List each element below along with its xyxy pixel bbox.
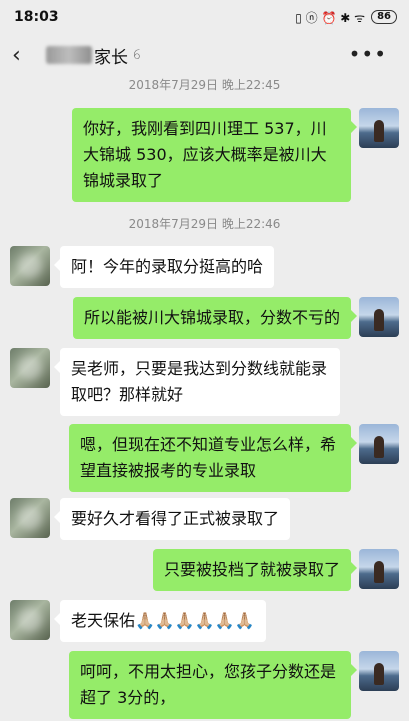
status-bar: 18:03 ▯ ⓝ ⏰ ✱ ᯤ 86 [0, 0, 409, 34]
my-avatar[interactable] [359, 297, 399, 337]
sent-message[interactable]: 嗯，但现在还不知道专业怎么样，希望直接被报考的专业录取 [69, 424, 357, 492]
sent-message[interactable]: 你好，我刚看到四川理工 537，川大锦城 530，应该大概率是被川大锦城录取了 [72, 108, 357, 202]
redacted-name [46, 46, 92, 64]
received-message[interactable]: 要好久才看得了正式被录取了 [53, 498, 291, 540]
status-icons: ▯ ⓝ ⏰ ✱ ᯤ 86 [295, 9, 397, 26]
timestamp: 2018年7月29日 晚上22:46 [128, 217, 281, 231]
chat-header: ‹ 家长 𝟼 ••• [0, 34, 409, 76]
contact-avatar[interactable] [10, 600, 50, 640]
contact-avatar[interactable] [10, 498, 50, 538]
more-options-icon[interactable]: ••• [349, 42, 387, 66]
received-message[interactable]: 阿！今年的录取分挺高的哈 [53, 246, 275, 288]
sent-message[interactable]: 所以能被川大锦城录取，分数不亏的 [72, 297, 358, 339]
my-avatar[interactable] [359, 108, 399, 148]
timestamp: 2018年7月29日 晚上22:45 [128, 78, 281, 92]
sent-message[interactable]: 呵呵，不用太担心，您孩子分数还是超了 3分的， [69, 651, 357, 719]
contact-avatar[interactable] [10, 348, 50, 388]
sent-message[interactable]: 只要被投档了就被录取了 [152, 549, 358, 591]
contact-avatar[interactable] [10, 246, 50, 286]
received-message[interactable]: 吴老师，只要是我达到分数线就能录取吧？那样就好 [54, 348, 340, 416]
earpiece-mode-icon: 𝟼 [132, 47, 141, 63]
status-time: 18:03 [14, 9, 59, 25]
back-arrow-icon[interactable]: ‹ [12, 43, 40, 68]
my-avatar[interactable] [359, 424, 399, 464]
my-avatar[interactable] [359, 651, 399, 691]
signal-icons: ▯ ⓝ ⏰ ✱ ᯤ [295, 10, 366, 25]
my-avatar[interactable] [359, 549, 399, 589]
battery-icon: 86 [371, 10, 397, 24]
chat-title[interactable]: 家长 [94, 43, 128, 68]
received-message[interactable]: 老天保佑🙏🏼🙏🏼🙏🏼🙏🏼🙏🏼🙏🏼 [54, 600, 266, 642]
